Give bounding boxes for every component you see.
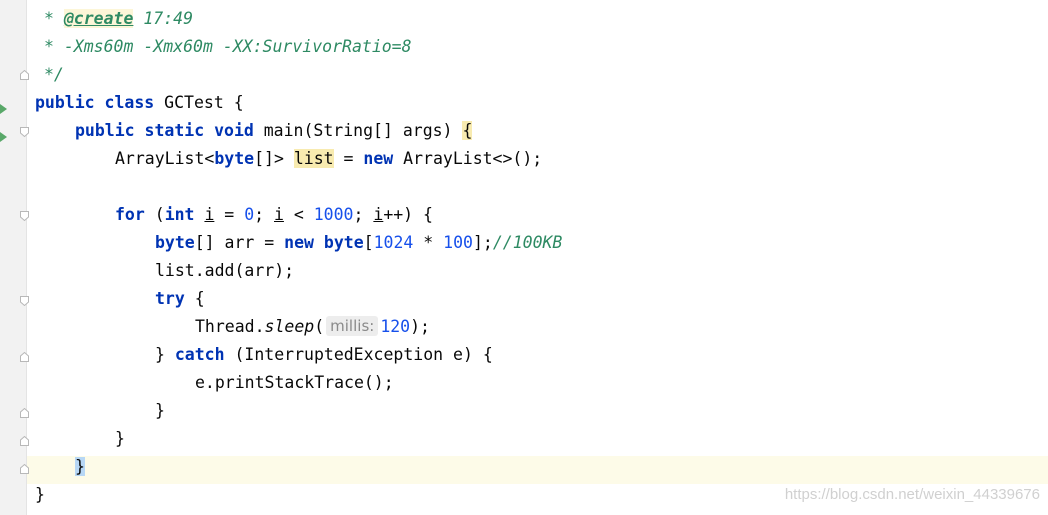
number-zero: 0 [244, 205, 255, 224]
fold-end-icon[interactable] [20, 464, 29, 474]
run-class-icon[interactable] [0, 99, 7, 114]
keyword-int: int [164, 205, 195, 224]
sleep-end: ); [410, 317, 430, 336]
open-bracket: [ [363, 233, 374, 252]
matched-close-brace: } [75, 457, 85, 476]
arr-decl: [] arr = [194, 233, 285, 252]
keyword-new: new [284, 233, 314, 252]
comment-close: */ [44, 65, 64, 84]
keyword-try: try [155, 289, 185, 308]
list-type: ArrayList< [115, 149, 215, 168]
code-line-list-add[interactable]: list.add(arr); [155, 257, 294, 285]
keyword-for: for [115, 205, 145, 224]
comment-jvm-args: * -Xms60m -Xmx60m -XX:SurvivorRatio=8 [44, 37, 412, 56]
code-line-sleep[interactable]: Thread.sleep(millis: 120); [195, 313, 430, 341]
code-line-create[interactable]: * @create 17:49 [44, 5, 193, 33]
code-line-catch-close[interactable]: } [155, 397, 165, 425]
for-sep: ; [353, 205, 374, 224]
comment-100kb: //100KB [492, 233, 563, 252]
keyword-byte: byte [214, 149, 255, 168]
list-type-rest: []> [254, 149, 294, 168]
code-line-main-decl[interactable]: public static void main(String[] args) { [75, 117, 473, 145]
code-line-class-close[interactable]: } [35, 481, 45, 509]
keyword-new: new [363, 149, 394, 168]
parameter-hint-millis: millis: [326, 316, 379, 336]
close-brace: } [115, 429, 125, 448]
run-main-icon[interactable] [0, 127, 7, 142]
list-add-call: list.add(arr); [155, 261, 295, 280]
code-line-print-trace[interactable]: e.printStackTrace(); [195, 369, 394, 397]
fold-end-icon[interactable] [20, 436, 29, 446]
code-line-catch[interactable]: } catch (InterruptedException e) { [155, 341, 493, 369]
for-assign: = [214, 205, 245, 224]
fold-start-icon[interactable] [20, 211, 29, 221]
code-line-try[interactable]: try { [155, 285, 205, 313]
watermark: https://blog.csdn.net/weixin_44339676 [784, 486, 1040, 503]
close-brace: } [155, 401, 165, 420]
code-line-main-close[interactable]: } [75, 453, 85, 481]
keyword-catch: catch [174, 345, 225, 364]
variable-list-highlight: list [293, 149, 334, 168]
loop-var-i: i [204, 205, 215, 224]
loop-var-i: i [373, 205, 384, 224]
code-line-jvm-args[interactable]: * -Xms60m -Xmx60m -XX:SurvivorRatio=8 [44, 33, 412, 61]
try-brace: { [184, 289, 205, 308]
keyword-byte: byte [155, 233, 195, 252]
number-1024: 1024 [373, 233, 414, 252]
for-end: ++) { [383, 205, 433, 224]
sleep-method: sleep [264, 317, 315, 336]
number-100: 100 [443, 233, 473, 252]
fold-end-icon[interactable] [20, 70, 29, 80]
arr-end: ]; [472, 233, 493, 252]
current-line-highlight [27, 456, 1048, 484]
code-line-arr-decl[interactable]: byte[] arr = new byte[1024 * 100];//100K… [155, 229, 562, 257]
fold-start-icon[interactable] [20, 296, 29, 306]
for-sep: ; [254, 205, 274, 224]
class-name: GCTest { [154, 93, 244, 112]
keyword-byte: byte [313, 233, 364, 252]
main-signature: main(String[] args) [253, 121, 463, 140]
catch-rest: (InterruptedException e) { [224, 345, 493, 364]
list-constructor: ArrayList<>(); [393, 149, 543, 168]
for-less: < [283, 205, 314, 224]
keyword-public-static-void: public static void [75, 121, 254, 140]
keyword-public-class: public class [35, 93, 155, 112]
fold-start-icon[interactable] [20, 127, 29, 137]
fold-end-icon[interactable] [20, 408, 29, 418]
code-line-comment-close[interactable]: */ [44, 61, 64, 89]
number-120: 120 [380, 317, 411, 336]
code-line-list-decl[interactable]: ArrayList<byte[]> list = new ArrayList<>… [115, 145, 542, 173]
thread-class: Thread. [195, 317, 265, 336]
comment-prefix: * [44, 9, 64, 28]
fold-end-icon[interactable] [20, 352, 29, 362]
code-line-for[interactable]: for (int; i = 0; i < 1000; i++) { [115, 201, 433, 229]
matched-open-brace: { [462, 121, 473, 140]
for-paren: ( [144, 205, 165, 224]
code-line-class-decl[interactable]: public class GCTest { [35, 89, 244, 117]
number-1000: 1000 [313, 205, 354, 224]
assign-op: = [333, 149, 364, 168]
doc-tag-create: @create [63, 9, 134, 28]
multiply-op: * [413, 233, 444, 252]
comment-create-time: 17:49 [133, 9, 194, 28]
paren-open: ( [314, 317, 325, 336]
catch-prefix: } [155, 345, 175, 364]
print-stack-trace-call: e.printStackTrace(); [195, 373, 394, 392]
loop-var-i: i [274, 205, 284, 224]
code-line-for-close[interactable]: } [115, 425, 125, 453]
close-brace: } [35, 485, 45, 504]
